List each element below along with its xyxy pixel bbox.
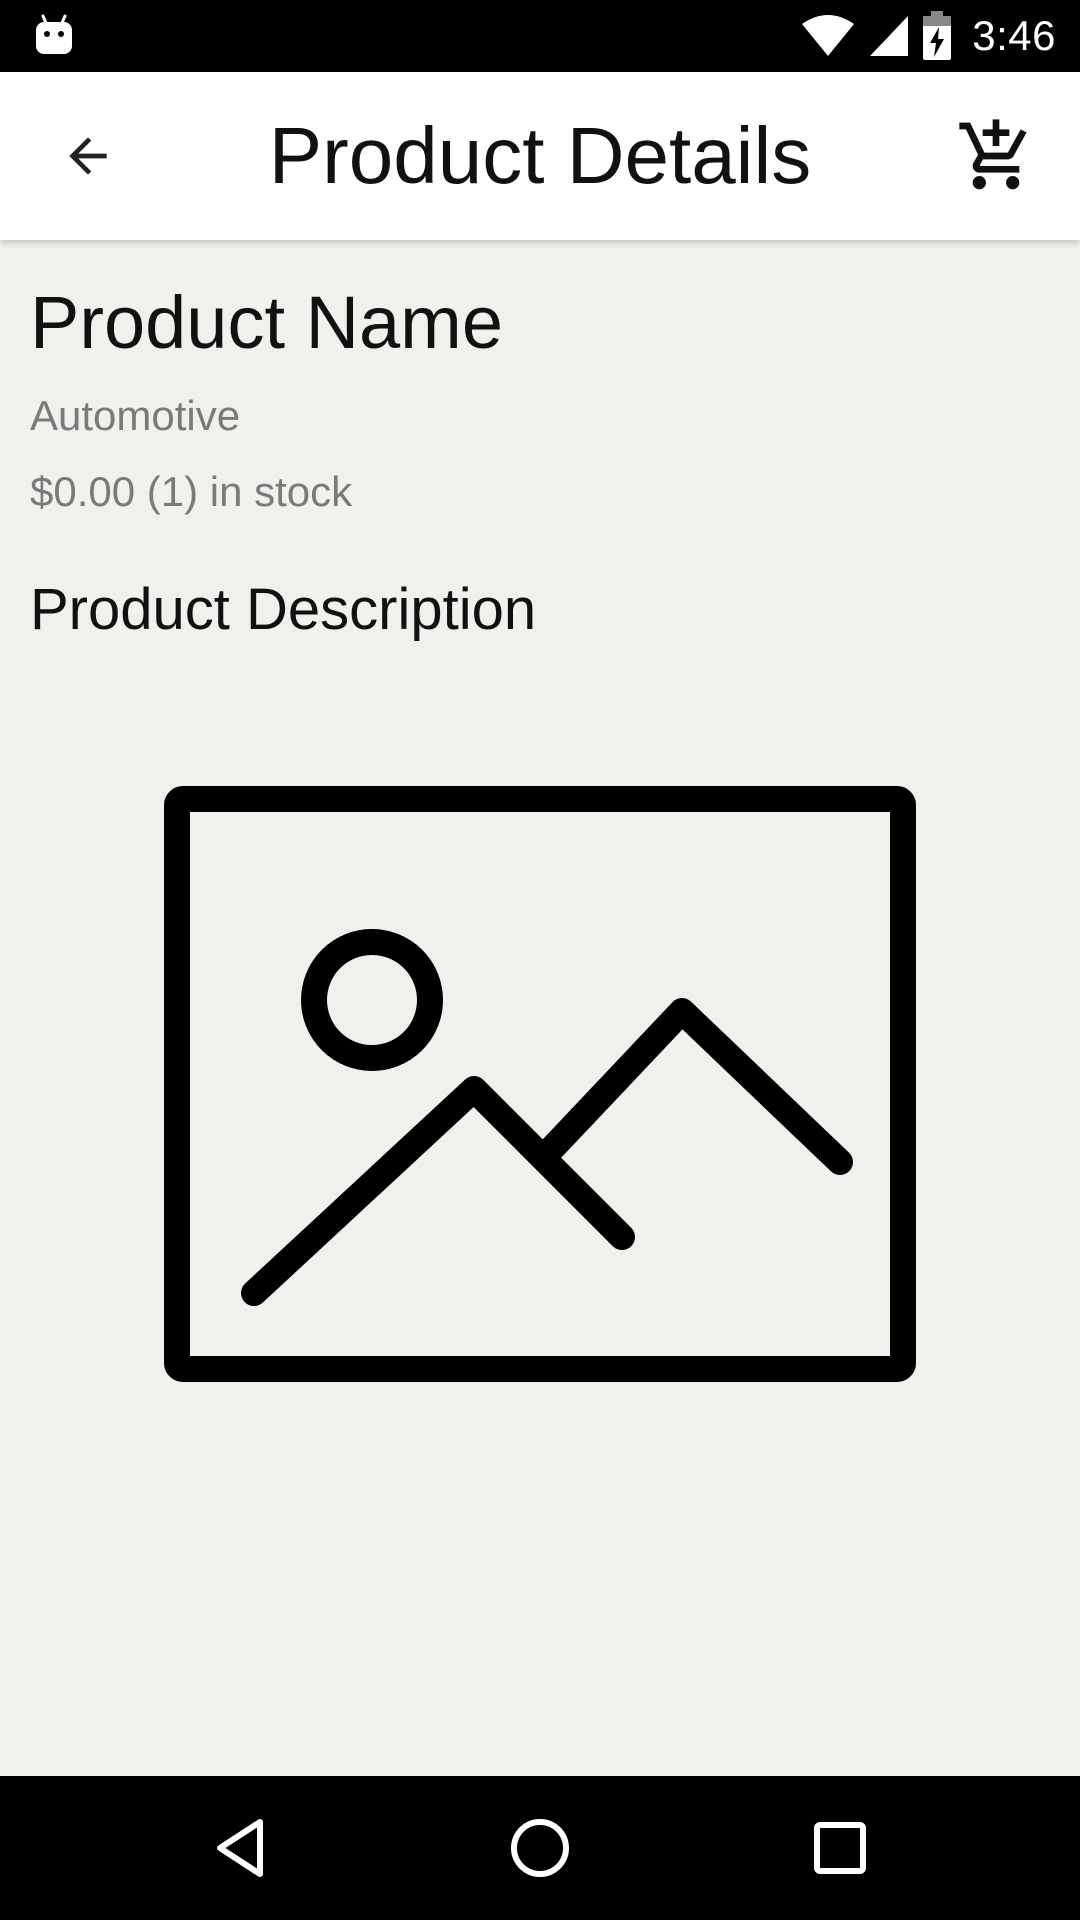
cell-signal-icon [870, 16, 909, 56]
app-bar: Product Details [0, 72, 1080, 240]
navigation-bar [0, 1776, 1080, 1920]
add-shopping-cart-icon [959, 119, 1027, 190]
nav-home-button[interactable] [490, 1798, 590, 1898]
wifi-icon [802, 15, 855, 56]
product-name: Product Name [30, 281, 503, 364]
product-description-label: Product Description [30, 577, 537, 642]
android-notification-icon [36, 14, 72, 54]
nav-recents-button[interactable] [790, 1798, 890, 1898]
product-category: Automotive [30, 392, 241, 439]
status-time: 3:46 [972, 12, 1056, 59]
image-placeholder-icon [164, 786, 916, 1382]
battery-charging-icon [923, 11, 952, 60]
page-title: Product Details [268, 111, 812, 200]
add-to-cart-button[interactable] [948, 108, 1044, 204]
status-icons: 3:46 [788, 0, 1056, 72]
nav-recents-icon [814, 1822, 866, 1874]
nav-back-button[interactable] [190, 1798, 290, 1898]
nav-home-icon [511, 1819, 569, 1877]
status-bar: 3:46 [0, 0, 1080, 72]
product-price-stock: $0.00 (1) in stock [30, 468, 353, 515]
product-details-screen: 3:46 Product Details Product Name Automo… [0, 0, 1080, 1920]
arrow-back-icon [69, 137, 107, 175]
nav-back-icon [217, 1819, 263, 1877]
back-button[interactable] [40, 108, 136, 204]
